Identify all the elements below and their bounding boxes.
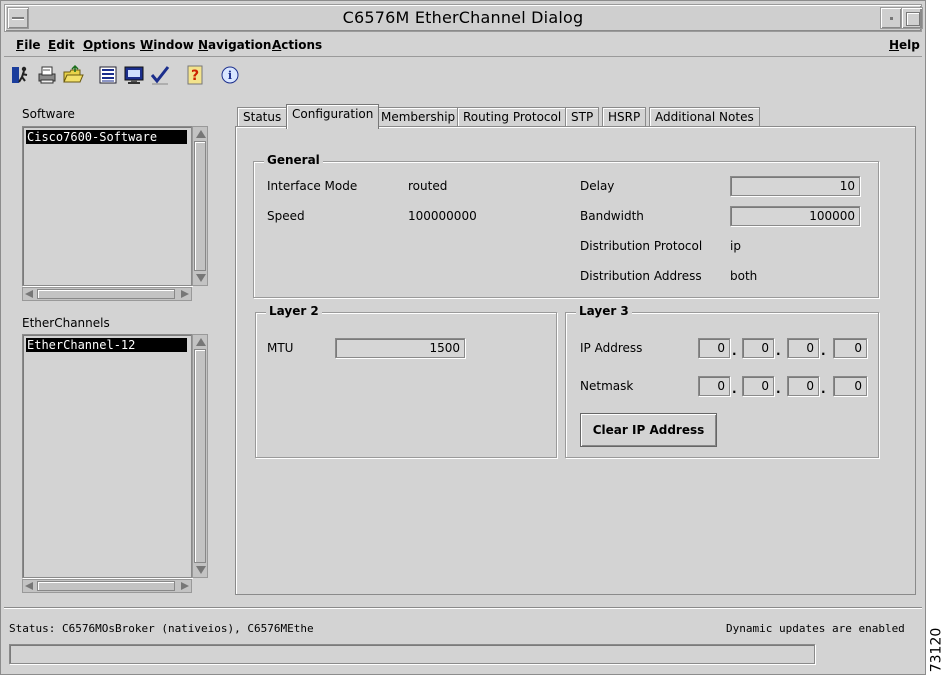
delay-field[interactable]: 10 (730, 176, 860, 196)
ip-dot: . (776, 344, 781, 358)
scroll-down-icon[interactable] (196, 566, 206, 574)
layer3-group: Layer 3 IP Address 0 . 0 . 0 . 0 Netmask… (565, 304, 879, 458)
open-folder-icon[interactable] (61, 63, 84, 85)
netmask-dot: . (732, 382, 737, 396)
figure-id: 73120 (928, 628, 948, 674)
menu-file[interactable]: File (16, 38, 41, 52)
netmask-octet-4[interactable]: 0 (833, 376, 867, 396)
updates-status-text: Dynamic updates are enabled (726, 622, 905, 635)
list-icon[interactable] (96, 63, 118, 85)
scroll-left-icon[interactable] (25, 290, 33, 298)
ip-address-label: IP Address (580, 341, 643, 355)
software-horizontal-scrollbar[interactable] (22, 287, 192, 301)
speed-label: Speed (267, 209, 305, 223)
ip-dot: . (821, 344, 826, 358)
svg-text:?: ? (191, 68, 199, 84)
ip-octet-3[interactable]: 0 (787, 338, 819, 358)
scroll-down-icon[interactable] (196, 274, 206, 282)
netmask-octet-2[interactable]: 0 (742, 376, 774, 396)
scroll-right-icon[interactable] (181, 290, 189, 298)
list-item[interactable]: Cisco7600-Software (26, 130, 187, 144)
menu-window[interactable]: Window (140, 38, 194, 52)
bandwidth-label: Bandwidth (580, 209, 644, 223)
scroll-right-icon[interactable] (181, 582, 189, 590)
interface-mode-label: Interface Mode (267, 179, 358, 193)
exit-icon[interactable] (9, 63, 31, 85)
tab-configuration[interactable]: Configuration (286, 104, 380, 129)
ip-octet-1[interactable]: 0 (698, 338, 730, 358)
monitor-icon[interactable] (122, 63, 144, 85)
distribution-address-label: Distribution Address (580, 269, 702, 283)
netmask-label: Netmask (580, 379, 634, 393)
ip-octet-2[interactable]: 0 (742, 338, 774, 358)
software-vertical-scrollbar[interactable] (192, 126, 208, 286)
etherchannels-vertical-scrollbar[interactable] (192, 334, 208, 578)
tab-stp[interactable]: STP (565, 107, 600, 127)
layer2-title: Layer 2 (266, 304, 322, 318)
maximize-button[interactable] (901, 7, 923, 29)
scroll-thumb[interactable] (37, 289, 175, 299)
general-group: General Interface Mode routed Speed 1000… (253, 153, 879, 298)
tab-membership[interactable]: Membership (375, 107, 462, 127)
etherchannels-list[interactable]: EtherChannel-12 (22, 334, 192, 578)
netmask-octet-3[interactable]: 0 (787, 376, 819, 396)
layer3-title: Layer 3 (576, 304, 632, 318)
scroll-thumb[interactable] (37, 581, 175, 591)
tab-additional-notes[interactable]: Additional Notes (649, 107, 760, 127)
bandwidth-field[interactable]: 100000 (730, 206, 860, 226)
netmask-dot: . (821, 382, 826, 396)
info-icon[interactable]: i (218, 63, 240, 85)
mtu-field[interactable]: 1500 (335, 338, 465, 358)
scroll-thumb[interactable] (194, 141, 206, 271)
ip-octet-4[interactable]: 0 (833, 338, 867, 358)
software-list[interactable]: Cisco7600-Software (22, 126, 192, 286)
menu-actions[interactable]: Actions (272, 38, 322, 52)
menu-bar: File Edit Options Window Navigation Acti… (4, 33, 922, 57)
tab-status[interactable]: Status (237, 107, 288, 127)
scroll-up-icon[interactable] (196, 130, 206, 138)
delay-label: Delay (580, 179, 615, 193)
print-icon[interactable] (35, 63, 57, 85)
interface-mode-value: routed (408, 179, 448, 193)
etherchannels-label: EtherChannels (22, 316, 110, 330)
tab-routing-protocol[interactable]: Routing Protocol (457, 107, 568, 127)
scroll-up-icon[interactable] (196, 338, 206, 346)
distribution-protocol-value: ip (730, 239, 741, 253)
netmask-dot: . (776, 382, 781, 396)
distribution-protocol-label: Distribution Protocol (580, 239, 703, 253)
ip-dot: . (732, 344, 737, 358)
netmask-octet-1[interactable]: 0 (698, 376, 730, 396)
scroll-thumb[interactable] (194, 349, 206, 563)
software-label: Software (22, 107, 75, 121)
figure-id-text: 73120 (928, 627, 945, 673)
list-item[interactable]: EtherChannel-12 (26, 338, 187, 352)
speed-value: 100000000 (408, 209, 477, 223)
dialog-window: C6576M EtherChannel Dialog File Edit Opt… (0, 0, 926, 675)
menu-navigation[interactable]: Navigation (198, 38, 271, 52)
etherchannels-horizontal-scrollbar[interactable] (22, 579, 192, 593)
status-text: Status: C6576MOsBroker (nativeios), C657… (9, 622, 314, 635)
status-separator (4, 607, 922, 609)
scroll-left-icon[interactable] (25, 582, 33, 590)
distribution-address-value: both (730, 269, 758, 283)
layer2-group: Layer 2 MTU 1500 (255, 304, 557, 458)
general-title: General (264, 153, 323, 167)
menu-help[interactable]: Help (889, 38, 920, 52)
toolbar: ? i (9, 63, 249, 89)
status-progress-well (9, 644, 815, 664)
title-bar[interactable]: C6576M EtherChannel Dialog (4, 4, 923, 32)
svg-text:i: i (228, 69, 232, 82)
menu-options[interactable]: Options (83, 38, 136, 52)
minimize-button[interactable] (880, 7, 902, 29)
help-icon[interactable]: ? (183, 63, 205, 85)
tab-hsrp[interactable]: HSRP (602, 107, 647, 127)
menu-edit[interactable]: Edit (48, 38, 75, 52)
clear-ip-address-button[interactable]: Clear IP Address (580, 413, 717, 447)
mtu-label: MTU (267, 341, 294, 355)
checkmark-icon[interactable] (148, 63, 170, 85)
window-title: C6576M EtherChannel Dialog (342, 8, 584, 27)
